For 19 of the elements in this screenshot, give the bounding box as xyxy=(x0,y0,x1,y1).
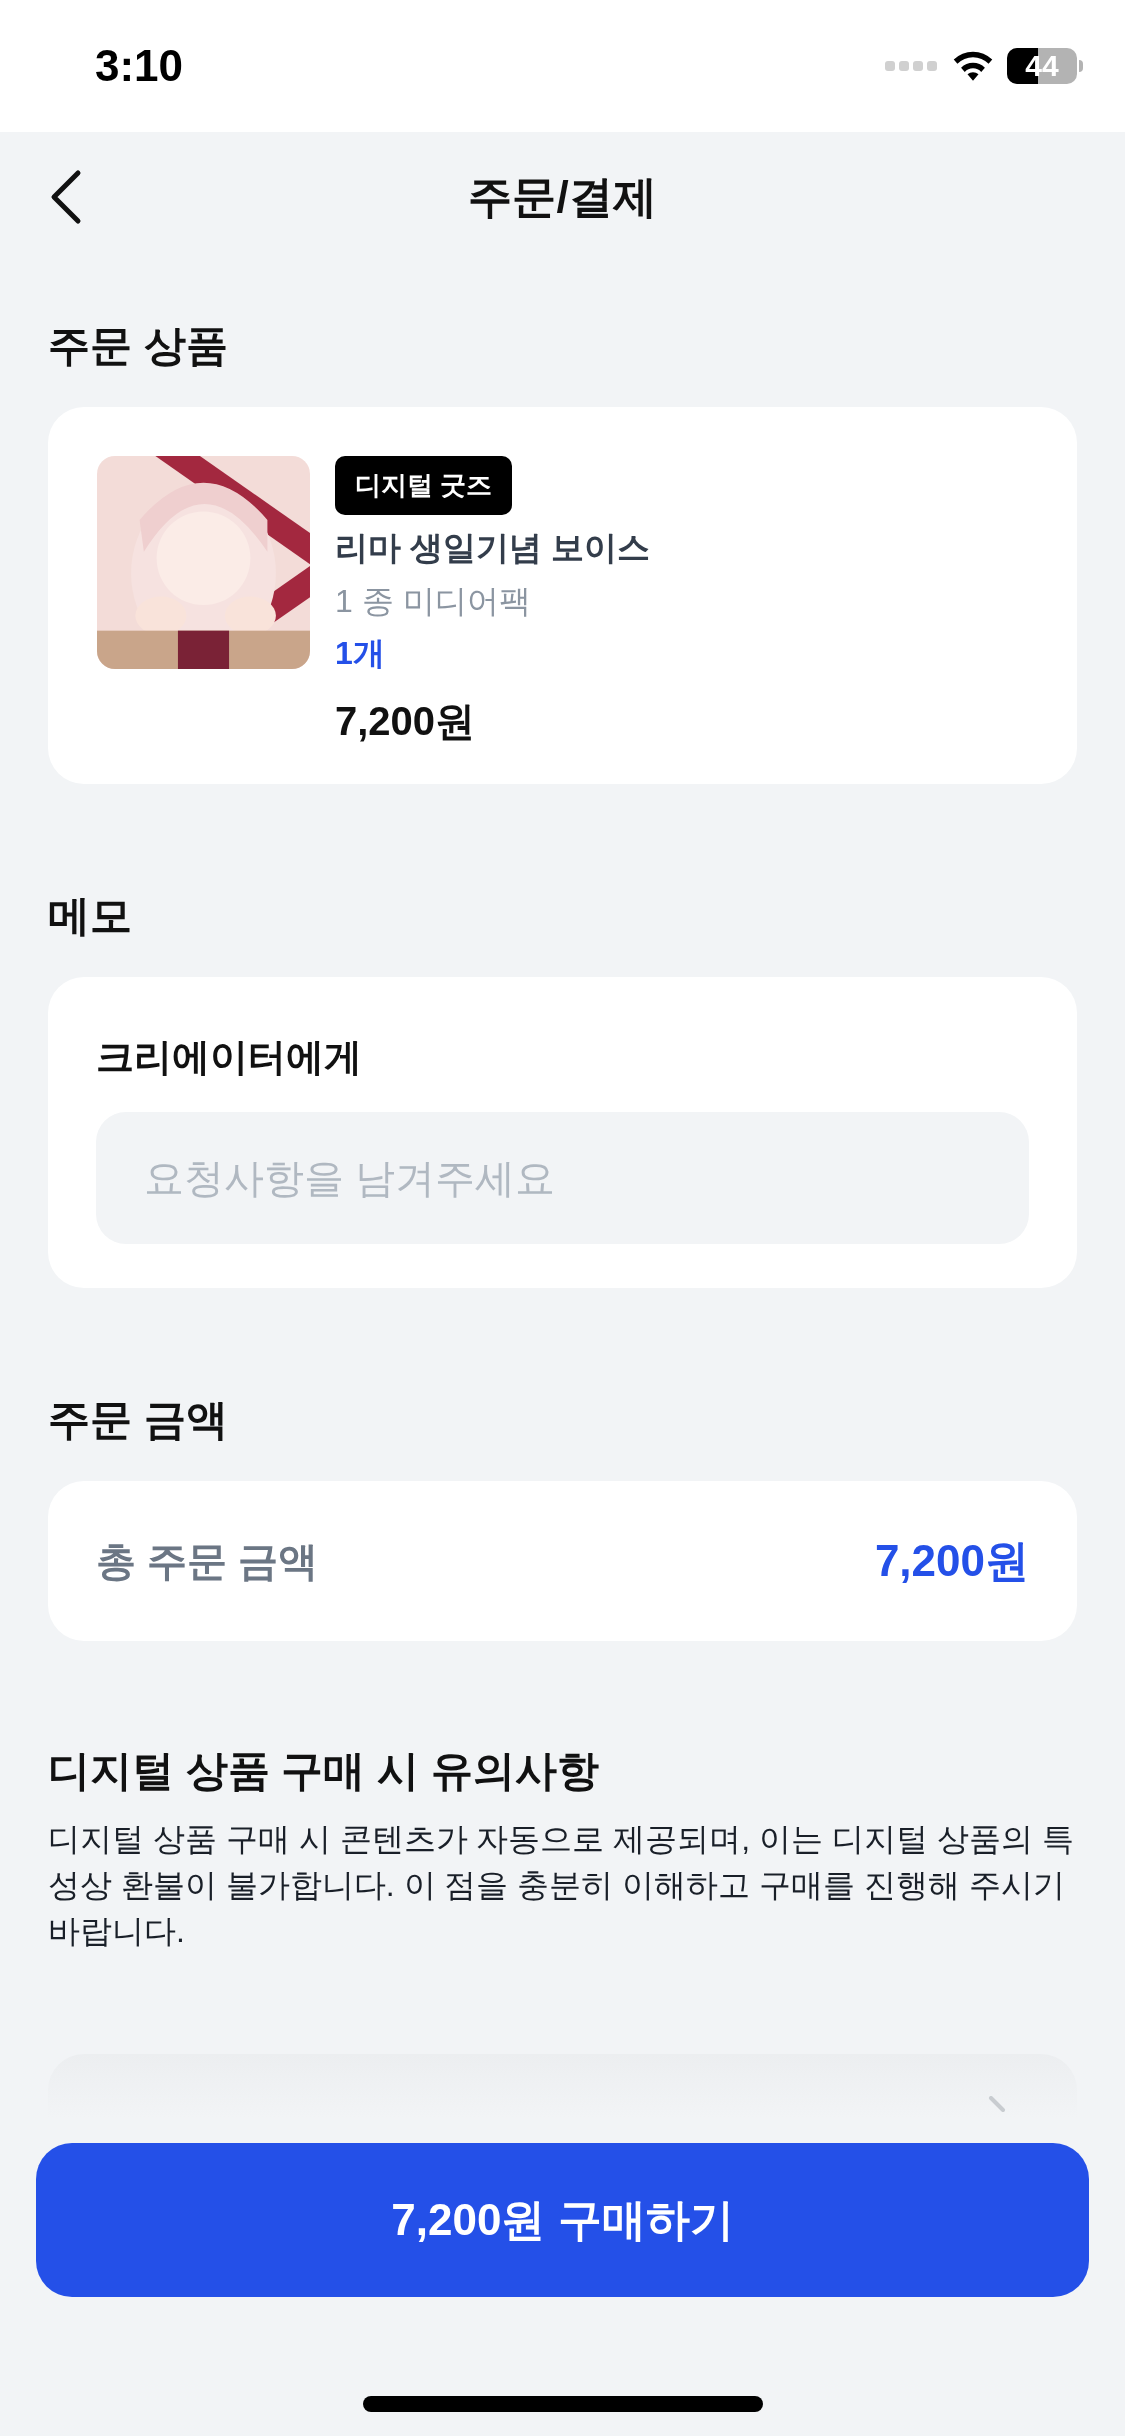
wifi-icon xyxy=(951,49,995,83)
section-heading: 주문 상품 xyxy=(48,321,229,371)
product-name: 리마 생일기념 보이스 xyxy=(335,528,651,568)
section-heading: 주문 금액 xyxy=(48,1395,229,1445)
product-badge: 디지털 굿즈 xyxy=(335,456,513,515)
total-amount-value: 7,200원 xyxy=(874,1535,1029,1587)
purchase-button[interactable]: 7,200원 구매하기 xyxy=(36,2143,1089,2297)
section-heading: 메모 xyxy=(48,891,133,941)
total-amount-label: 총 주문 금액 xyxy=(96,1538,319,1585)
product-quantity: 1개 xyxy=(335,633,385,673)
memo-label: 크리에이터에게 xyxy=(96,1035,363,1080)
status-time: 3:10 xyxy=(95,40,184,92)
product-price: 7,200원 xyxy=(335,697,476,745)
notice-heading: 디지털 상품 구매 시 유의사항 xyxy=(48,1746,600,1796)
signal-icon xyxy=(885,59,939,73)
notice-text: 디지털 상품 구매 시 콘텐츠가 자동으로 제공되며, 이는 디지털 상품의 특성상 환불이 불가합니다. 이 점을 충분히 이해하고 구매를 진행해 주시기 바랍니다. xyxy=(48,1820,1075,1951)
product-option: 1 종 미디어팩 xyxy=(335,576,531,625)
memo-input-field[interactable]: 요청사항을 남겨주세요 xyxy=(96,1112,1029,1244)
page-title: 주문/결제 xyxy=(468,171,657,223)
